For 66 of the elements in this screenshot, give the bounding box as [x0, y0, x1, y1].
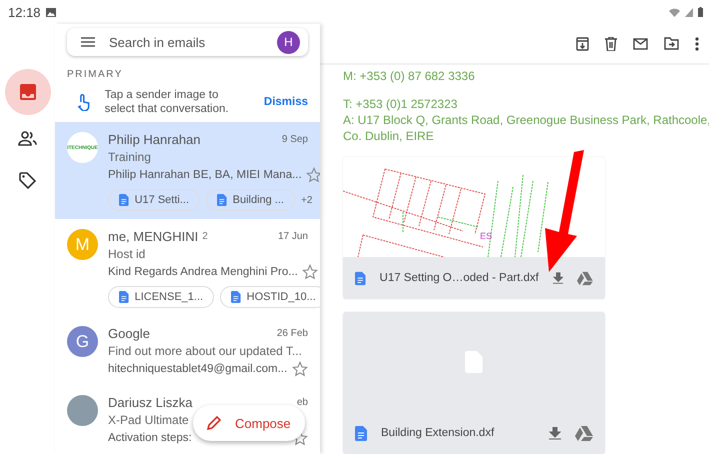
signature-text: M: +353 (0) 87 682 3336 — [343, 68, 476, 84]
document-icon — [119, 291, 129, 303]
download-icon[interactable] — [549, 426, 561, 440]
tip-text: Tap a sender image to select that conversation. — [104, 88, 230, 116]
thread-count: 2 — [202, 231, 208, 242]
star-icon[interactable] — [292, 361, 308, 377]
status-time: 12:18 — [8, 4, 41, 20]
people-icon — [18, 130, 37, 146]
sender-name: Google — [108, 326, 150, 341]
email-row[interactable]: G Google 26 Feb Find out more about our updated T... hitechniquestablet49@gmail.com... — [55, 316, 320, 385]
email-subject: X-Pad Ultimate — [108, 413, 189, 427]
document-icon — [355, 426, 367, 440]
file-name: U17 Setting O…oded - Part.dxf — [380, 272, 539, 284]
email-date: 9 Sep — [282, 134, 308, 145]
menu-icon[interactable] — [81, 37, 95, 48]
download-icon[interactable] — [552, 272, 564, 284]
signal-icon — [685, 8, 693, 16]
email-subject: Host id — [108, 247, 146, 261]
email-subject: Find out more about our updated T... — [108, 344, 302, 358]
archive-button[interactable] — [576, 36, 589, 50]
more-options-button[interactable] — [695, 36, 699, 50]
star-icon[interactable] — [302, 264, 318, 280]
image-icon — [46, 8, 56, 16]
sender-name: Dariusz Liszka — [108, 395, 193, 410]
attachment-chip[interactable]: Building ... — [206, 189, 295, 211]
document-icon — [355, 270, 366, 286]
sender-avatar[interactable]: G — [67, 326, 98, 357]
email-snippet: Activation steps: — [108, 432, 192, 444]
move-to-folder-button[interactable] — [664, 37, 679, 50]
email-date: 17 Jun — [278, 231, 308, 242]
signature-text: T: +353 (0)1 2572323 — [343, 96, 458, 112]
email-date: 26 Feb — [276, 328, 308, 339]
email-snippet: Kind Regards Andrea Menghini Pro... — [108, 266, 298, 278]
account-avatar[interactable]: H — [277, 30, 300, 54]
drive-icon[interactable] — [577, 270, 593, 286]
search-field[interactable]: Search in emails H — [67, 28, 308, 56]
sender-name: Philip Hanrahan — [108, 132, 201, 147]
touch-icon — [77, 93, 91, 112]
compose-button[interactable]: Compose — [193, 405, 305, 441]
photo-placeholder[interactable] — [67, 395, 98, 426]
star-icon[interactable] — [306, 167, 320, 183]
email-date: eb — [296, 397, 308, 408]
mail-button[interactable] — [633, 38, 648, 50]
email-row[interactable]: M me, MENGHINI 2 17 Jun Host id Kind Regards Andrea Menghini Pro... LICENSE_1... HOSTID_10... — [55, 219, 320, 316]
attachment-chip[interactable]: LICENSE_1... — [108, 286, 214, 308]
cad-drawing: ES — [343, 157, 605, 257]
document-icon — [231, 291, 241, 303]
tag-icon — [19, 172, 36, 188]
document-icon — [119, 194, 129, 206]
section-label: PRIMARY — [66, 68, 124, 80]
document-icon — [217, 194, 227, 206]
email-snippet: hitechniquestablet49@gmail.com... — [108, 363, 288, 375]
inbox-icon — [20, 84, 36, 100]
pencil-icon — [207, 416, 221, 430]
wifi-icon — [669, 8, 680, 16]
attachment-chip[interactable]: HOSTID_10... — [220, 286, 320, 308]
dismiss-button[interactable]: Dismiss — [264, 96, 308, 108]
sender-name: me, MENGHINI — [108, 229, 198, 244]
more-count: +2 — [300, 194, 312, 206]
drive-icon[interactable] — [575, 426, 593, 440]
delete-button[interactable] — [605, 36, 617, 50]
attachment-chip[interactable]: U17 Setti... — [108, 189, 200, 211]
email-subject: Training — [108, 150, 151, 164]
file-name: Building Extension.dxf — [381, 427, 496, 439]
battery-icon — [698, 7, 703, 17]
email-snippet: Philip Hanrahan BE, BA, MIEI Mana... — [108, 169, 302, 181]
